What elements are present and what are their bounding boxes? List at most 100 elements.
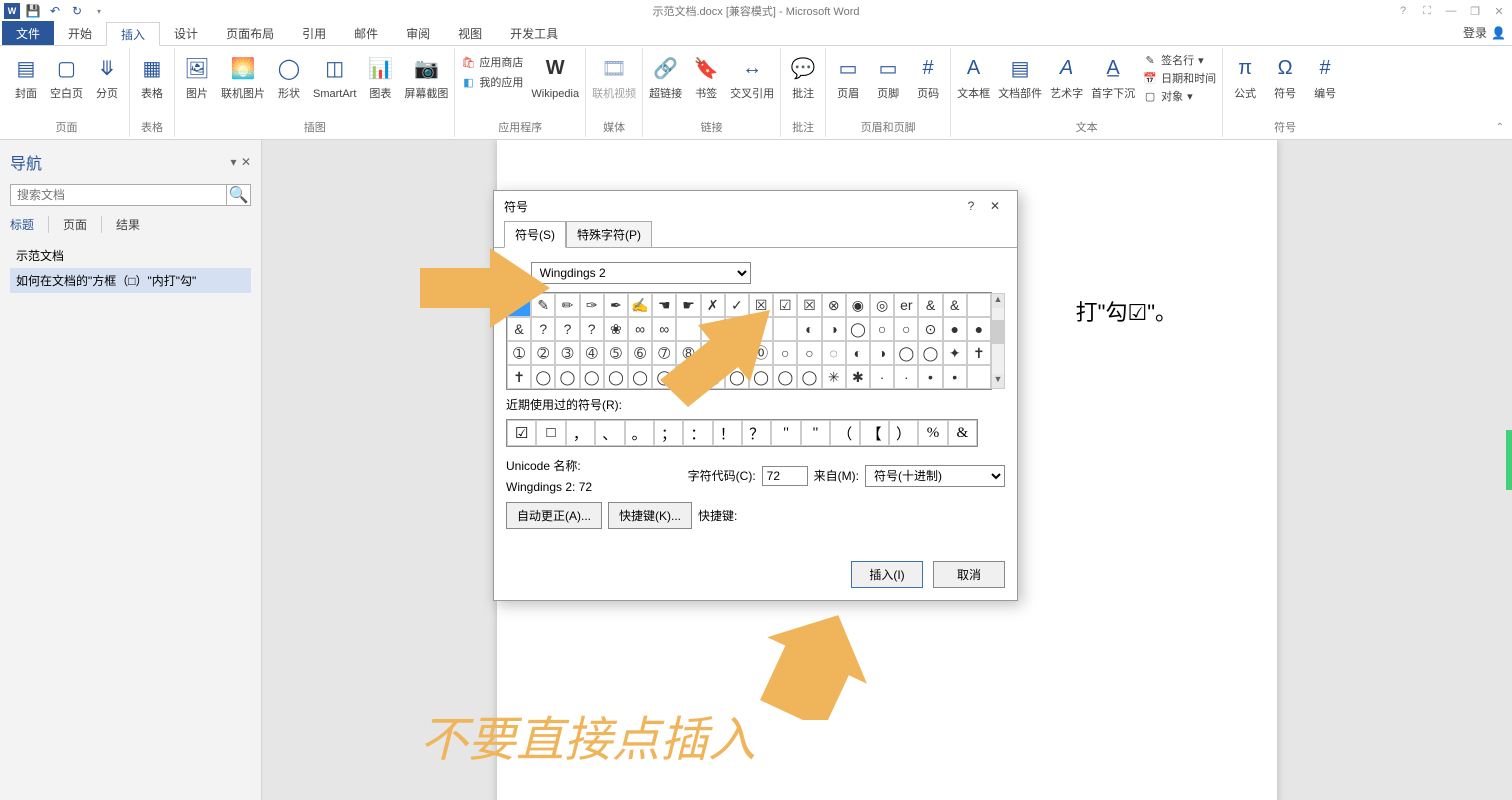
restore-icon[interactable]: ❐ [1466,5,1484,18]
btn-datetime[interactable]: 📅日期和时间 [1143,70,1216,86]
btn-symbol[interactable]: Ω符号 [1269,50,1301,100]
tab-pagelayout[interactable]: 页面布局 [212,21,288,45]
symbol-cell[interactable]: ◐ [846,341,870,365]
tab-mail[interactable]: 邮件 [340,21,392,45]
symbol-cell[interactable]: ◯ [797,365,821,389]
symbol-cell[interactable]: ➅ [628,341,652,365]
close-icon[interactable]: ✕ [1490,5,1508,18]
redo-icon[interactable]: ↻ [68,2,86,20]
btn-signature[interactable]: ✎签名行 ▾ [1143,52,1216,68]
btn-table[interactable]: ▦表格 [136,50,168,100]
symbol-cell[interactable]: ◑ [822,317,846,341]
symbol-cell[interactable] [967,293,991,317]
symbol-cell[interactable]: ◯ [894,341,918,365]
symbol-cell[interactable]: ➂ [555,341,579,365]
login-link[interactable]: 登录👤 [1463,24,1506,41]
symbol-cell[interactable]: er [894,293,918,317]
nav-item[interactable]: 如何在文档的"方框（□）"内打"勾" [10,268,251,293]
symbol-cell[interactable]: ✝ [967,341,991,365]
symbol-cell[interactable]: ✝ [507,365,531,389]
nav-dropdown-icon[interactable]: ▾ [230,155,236,169]
symbol-cell[interactable]: & [943,293,967,317]
insert-button[interactable]: 插入(I) [851,561,923,588]
symbol-cell[interactable]: ? [555,317,579,341]
symbol-cell[interactable]: ● [967,317,991,341]
tab-file[interactable]: 文件 [2,21,54,45]
symbol-cell[interactable]: ✍ [628,293,652,317]
symbol-cell[interactable]: ✏ [555,293,579,317]
search-input[interactable] [11,185,226,205]
minimize-icon[interactable]: — [1442,5,1460,18]
symbol-cell[interactable]: & [918,293,942,317]
symbol-cell[interactable]: ◉ [846,293,870,317]
btn-onlinevideo[interactable]: 🎞联机视频 [592,50,636,100]
symbol-cell[interactable]: ◐ [797,317,821,341]
symbol-cell[interactable]: ✑ [580,293,604,317]
symbol-cell[interactable]: ○ [894,317,918,341]
ribbon-opts-icon[interactable]: ⛶ [1418,5,1436,18]
from-select[interactable]: 符号(十进制) [865,465,1005,487]
btn-myapps[interactable]: ◧我的应用 [461,74,523,90]
symbol-cell[interactable]: ➄ [604,341,628,365]
symbol-cell[interactable]: ☑ [773,293,797,317]
btn-textbox[interactable]: A文本框 [957,50,990,100]
symbol-cell[interactable]: ◎ [870,293,894,317]
symbol-cell[interactable]: ◯ [604,365,628,389]
symbol-cell[interactable]: ✒ [604,293,628,317]
btn-quickparts[interactable]: ▤文档部件 [998,50,1042,100]
symbol-cell[interactable]: ➃ [580,341,604,365]
recent-symbol-cell[interactable]: ： [683,420,712,446]
symbol-cell[interactable]: ✳ [822,365,846,389]
symbol-cell[interactable] [773,317,797,341]
btn-header[interactable]: ▭页眉 [832,50,864,100]
cancel-button[interactable]: 取消 [933,561,1005,588]
btn-crossref[interactable]: ↔交叉引用 [730,50,774,100]
nav-close-icon[interactable]: ✕ [241,155,251,169]
recent-symbol-cell[interactable]: （ [830,420,859,446]
dialog-close-icon[interactable]: ✕ [983,199,1007,213]
dlgtab-symbols[interactable]: 符号(S) [504,221,566,248]
font-select[interactable]: Wingdings 2 [531,262,751,284]
symbol-cell[interactable]: ✱ [846,365,870,389]
tab-references[interactable]: 引用 [288,21,340,45]
symbol-cell[interactable]: ➁ [531,341,555,365]
recent-symbol-cell[interactable]: ☑ [507,420,536,446]
btn-dropcap[interactable]: A̲首字下沉 [1091,50,1135,100]
symbol-cell[interactable]: ○ [797,341,821,365]
tab-view[interactable]: 视图 [444,21,496,45]
tab-home[interactable]: 开始 [54,21,106,45]
symbol-cell[interactable]: ◯ [580,365,604,389]
symbol-cell[interactable]: ⊗ [822,293,846,317]
symbol-cell[interactable]: ◯ [846,317,870,341]
symbol-cell[interactable]: ? [580,317,604,341]
recent-symbol-cell[interactable]: □ [536,420,565,446]
symbol-cell[interactable]: ◯ [773,365,797,389]
help-icon[interactable]: ? [1394,5,1412,18]
symbol-cell[interactable]: ◯ [918,341,942,365]
recent-symbol-cell[interactable]: 【 [860,420,889,446]
autocorrect-button[interactable]: 自动更正(A)... [506,502,602,529]
recent-symbol-cell[interactable]: " [771,420,800,446]
recent-symbol-cell[interactable]: ！ [713,420,742,446]
recent-symbol-cell[interactable]: & [948,420,977,446]
btn-onlinepic[interactable]: 🌅联机图片 [221,50,265,100]
btn-smartart[interactable]: ◫SmartArt [313,50,356,100]
btn-screenshot[interactable]: 📷屏幕截图 [404,50,448,100]
navtab-pages[interactable]: 页面 [63,216,87,233]
navtab-results[interactable]: 结果 [116,216,140,233]
qat-dropdown-icon[interactable]: ▾ [90,2,108,20]
btn-hyperlink[interactable]: 🔗超链接 [649,50,682,100]
undo-icon[interactable]: ↶ [46,2,64,20]
dialog-help-icon[interactable]: ? [959,199,983,213]
symbol-cell[interactable] [967,365,991,389]
btn-comment[interactable]: 💬批注 [787,50,819,100]
tab-design[interactable]: 设计 [160,21,212,45]
dlgtab-special[interactable]: 特殊字符(P) [566,221,652,248]
btn-shapes[interactable]: ◯形状 [273,50,305,100]
save-icon[interactable]: 💾 [24,2,42,20]
shortcut-button[interactable]: 快捷键(K)... [608,502,692,529]
recent-symbol-cell[interactable]: ？ [742,420,771,446]
btn-bookmark[interactable]: 🔖书签 [690,50,722,100]
btn-appstore[interactable]: 🛍应用商店 [461,54,523,70]
symbol-scrollbar[interactable]: ▲▼ [991,293,1005,389]
